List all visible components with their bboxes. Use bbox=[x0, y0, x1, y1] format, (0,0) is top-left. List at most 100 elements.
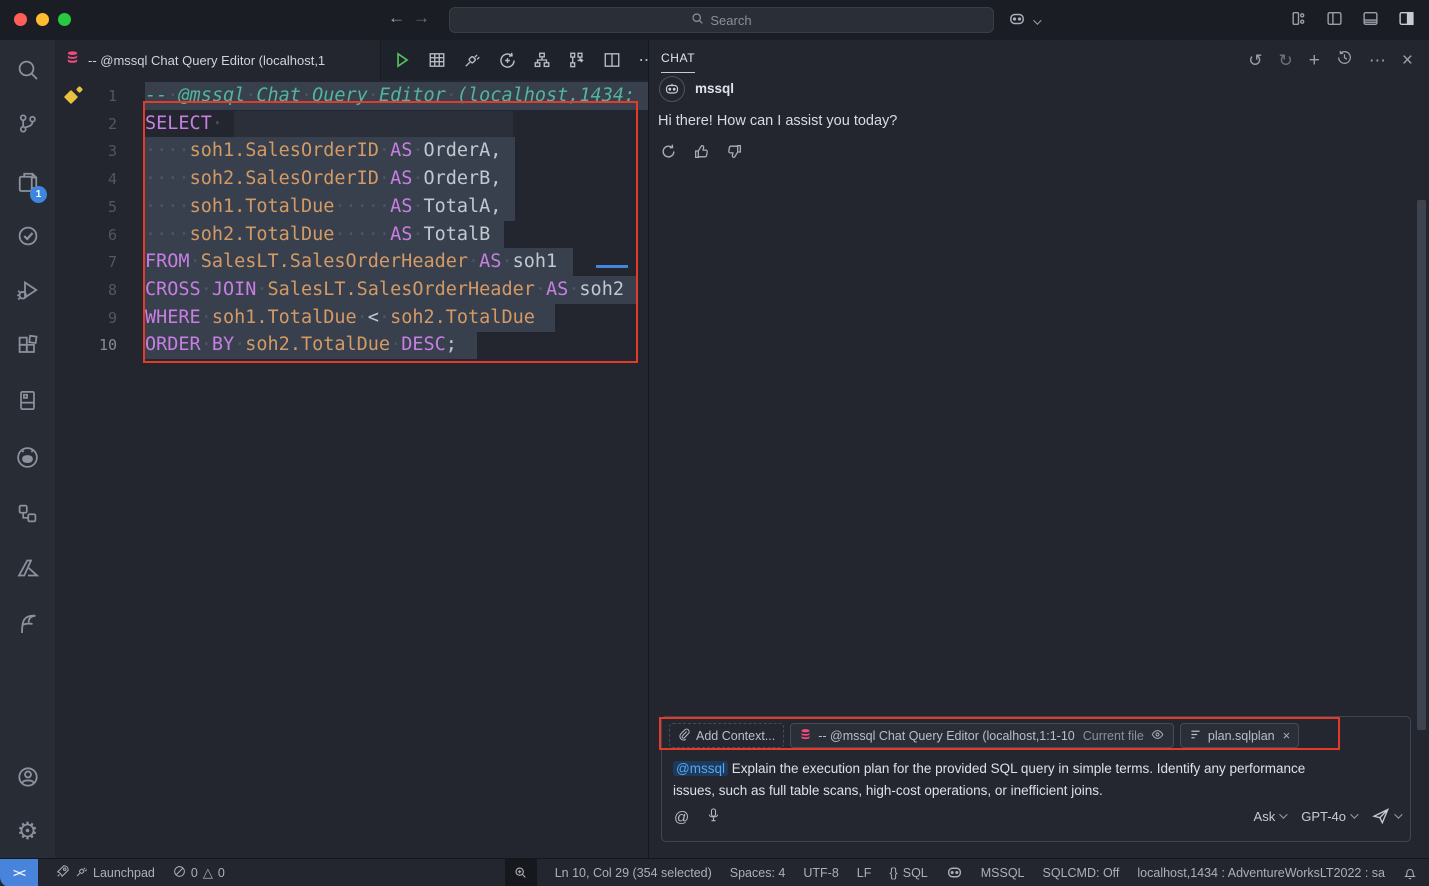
account-icon[interactable] bbox=[0, 755, 55, 799]
context-chip-plan-file[interactable]: plan.sqlplan × bbox=[1180, 723, 1299, 748]
back-arrow-button[interactable]: ← bbox=[388, 8, 405, 28]
remote-indicator[interactable]: >< bbox=[0, 859, 38, 886]
plan-chip-label: plan.sqlplan bbox=[1208, 729, 1275, 743]
vscode-window: ← → Search 1 ⚙ bbox=[0, 0, 1429, 886]
close-window-button[interactable] bbox=[14, 13, 27, 26]
run-query-button[interactable] bbox=[389, 47, 415, 73]
copilot-menu-button[interactable] bbox=[1008, 10, 1039, 33]
command-search-input[interactable]: Search bbox=[449, 7, 994, 33]
mode-label: Ask bbox=[1254, 809, 1276, 824]
enable-actual-plan-icon[interactable] bbox=[564, 47, 590, 73]
estimated-plan-icon[interactable] bbox=[529, 47, 555, 73]
run-debug-icon[interactable] bbox=[0, 268, 55, 312]
search-icon[interactable] bbox=[0, 48, 55, 92]
more-actions-icon[interactable]: ⋯ bbox=[1369, 52, 1386, 69]
toggle-panel-icon[interactable] bbox=[1362, 10, 1379, 32]
notifications-bell-icon[interactable] bbox=[1403, 866, 1417, 880]
status-bar: >< Launchpad 0 △ 0 Ln 10, Col 29 (354 se… bbox=[0, 858, 1429, 886]
cursor-position-item[interactable]: Ln 10, Col 29 (354 selected) bbox=[555, 866, 712, 880]
explorer-copy-icon[interactable]: 1 bbox=[0, 160, 55, 204]
github-icon[interactable] bbox=[0, 435, 55, 479]
code-text: ORDER·BY·soh2.TotalDue·DESC; bbox=[145, 331, 457, 359]
undo-icon[interactable]: ↺ bbox=[1248, 52, 1262, 69]
chevron-down-icon bbox=[1033, 16, 1041, 24]
toggle-primary-sidebar-icon[interactable] bbox=[1326, 10, 1343, 32]
regenerate-icon[interactable] bbox=[660, 143, 677, 165]
thumbs-down-icon[interactable] bbox=[726, 143, 743, 165]
model-dropdown[interactable]: GPT-4o bbox=[1301, 809, 1356, 824]
problems-item[interactable]: 0 △ 0 bbox=[173, 865, 225, 881]
send-button[interactable] bbox=[1372, 807, 1400, 825]
code-text: FROM·SalesLT.SalesOrderHeader·AS·soh1 bbox=[145, 248, 557, 276]
model-label: GPT-4o bbox=[1301, 809, 1346, 824]
indentation-item[interactable]: Spaces: 4 bbox=[730, 866, 786, 880]
sqlcmd-item[interactable]: SQLCMD: Off bbox=[1043, 866, 1120, 880]
eol-item[interactable]: LF bbox=[857, 866, 872, 880]
change-connection-icon[interactable] bbox=[494, 47, 520, 73]
line-number: 2 bbox=[55, 110, 117, 138]
explorer-badge: 1 bbox=[30, 186, 47, 203]
minimize-window-button[interactable] bbox=[36, 13, 49, 26]
language-item[interactable]: {}SQL bbox=[889, 866, 927, 880]
line-number: 6 bbox=[55, 221, 117, 249]
microphone-icon[interactable] bbox=[707, 807, 720, 828]
eye-icon[interactable] bbox=[1150, 728, 1165, 744]
line-number: 1 bbox=[55, 82, 117, 110]
mssql-mention-token: @mssql bbox=[673, 761, 728, 776]
source-control-icon[interactable] bbox=[0, 101, 55, 145]
disconnect-icon[interactable] bbox=[459, 47, 485, 73]
activity-bar: 1 ⚙ bbox=[0, 40, 55, 858]
settings-gear-icon[interactable]: ⚙ bbox=[0, 810, 55, 854]
chevron-down-icon bbox=[1279, 810, 1287, 818]
mode-dropdown[interactable]: Ask bbox=[1254, 809, 1286, 824]
language-label: SQL bbox=[903, 866, 928, 880]
mssql-item[interactable]: MSSQL bbox=[981, 866, 1025, 880]
new-chat-icon[interactable]: + bbox=[1309, 51, 1320, 70]
redo-icon[interactable]: ↻ bbox=[1279, 52, 1293, 69]
chat-prompt-text[interactable]: @mssql Explain the execution plan for th… bbox=[673, 758, 1333, 802]
thumbs-up-icon[interactable] bbox=[693, 143, 710, 165]
extensions-icon[interactable] bbox=[0, 323, 55, 367]
containers-icon[interactable] bbox=[0, 491, 55, 535]
editor-cursor bbox=[596, 265, 628, 268]
chat-scrollbar[interactable] bbox=[1417, 200, 1426, 730]
encoding-item[interactable]: UTF-8 bbox=[803, 866, 838, 880]
plug-small-icon bbox=[75, 865, 88, 881]
context-chip-editor[interactable]: -- @mssql Chat Query Editor (localhost,1… bbox=[790, 723, 1174, 748]
close-icon[interactable]: × bbox=[1402, 51, 1413, 70]
warnings-icon: △ bbox=[203, 865, 213, 881]
zoom-indicator[interactable] bbox=[505, 859, 537, 886]
connection-item[interactable]: localhost,1434 : AdventureWorksLT2022 : … bbox=[1137, 866, 1385, 880]
database-icon bbox=[799, 728, 812, 744]
code-line: 10ORDER·BY·soh2.TotalDue·DESC; bbox=[55, 331, 648, 359]
editor-tab[interactable]: -- @mssql Chat Query Editor (localhost,1 bbox=[55, 40, 381, 80]
ghost-block bbox=[234, 111, 513, 137]
toggle-secondary-sidebar-icon[interactable] bbox=[1398, 10, 1415, 32]
tab-chat[interactable]: CHAT bbox=[661, 51, 695, 73]
fabric-icon[interactable] bbox=[0, 602, 55, 646]
split-editor-icon[interactable] bbox=[599, 47, 625, 73]
code-line: 2SELECT· bbox=[55, 110, 648, 138]
copilot-status-icon[interactable] bbox=[946, 864, 963, 881]
chat-message-text: Hi there! How can I assist you today? bbox=[658, 113, 897, 129]
results-grid-icon[interactable] bbox=[424, 47, 450, 73]
azure-icon[interactable] bbox=[0, 546, 55, 590]
mention-button[interactable]: @ bbox=[674, 809, 689, 826]
add-context-button[interactable]: Add Context... bbox=[669, 723, 784, 748]
search-placeholder: Search bbox=[710, 13, 751, 28]
maximize-window-button[interactable] bbox=[58, 13, 71, 26]
notebook-icon[interactable] bbox=[0, 378, 55, 422]
chat-history-icon[interactable] bbox=[1336, 49, 1353, 71]
launchpad-item[interactable]: Launchpad bbox=[56, 864, 155, 881]
chat-panel: CHAT ↺ ↻ + ⋯ × mssql Hi there! How can I… bbox=[649, 40, 1429, 858]
code-line: 1--·@mssql·Chat·Query·Editor·(localhost,… bbox=[55, 82, 648, 110]
chat-input-container[interactable]: Add Context... -- @mssql Chat Query Edit… bbox=[661, 716, 1411, 842]
customize-layout-icon[interactable] bbox=[1290, 10, 1307, 32]
code-editor[interactable]: 1--·@mssql·Chat·Query·Editor·(localhost,… bbox=[55, 80, 648, 858]
close-icon[interactable]: × bbox=[1283, 728, 1291, 743]
line-number: 4 bbox=[55, 165, 117, 193]
forward-arrow-button[interactable]: → bbox=[413, 8, 430, 28]
chat-author-name: mssql bbox=[695, 81, 734, 96]
testing-icon[interactable] bbox=[0, 214, 55, 258]
code-line: 7FROM·SalesLT.SalesOrderHeader·AS·soh1 bbox=[55, 248, 648, 276]
